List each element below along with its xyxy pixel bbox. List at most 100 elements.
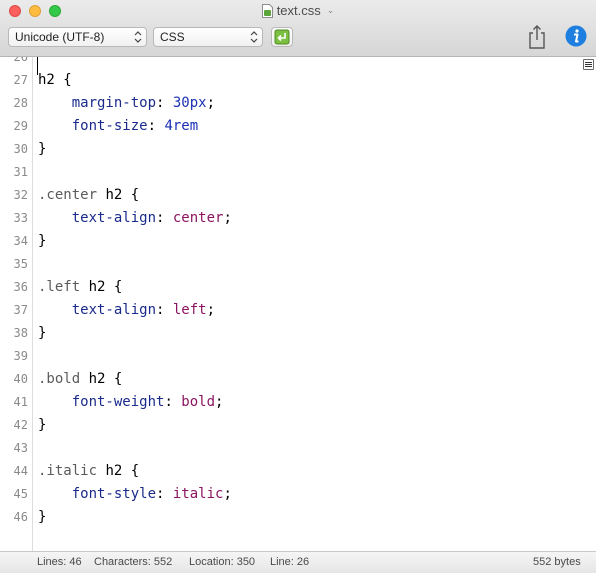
code-token: } bbox=[38, 417, 47, 433]
code-token: text-align bbox=[38, 302, 157, 318]
line-number: 44 bbox=[13, 464, 28, 478]
code-text: font-weight: bold; bbox=[38, 391, 224, 414]
code-token: : bbox=[156, 210, 173, 226]
code-token: left bbox=[172, 302, 207, 318]
code-token: ; bbox=[206, 95, 216, 111]
code-line[interactable]: 31 bbox=[0, 161, 596, 184]
code-token: font-weight bbox=[38, 394, 165, 410]
code-token: .bold bbox=[38, 371, 81, 387]
code-token: ; bbox=[215, 394, 224, 410]
line-number: 32 bbox=[13, 188, 28, 202]
split-view-icon[interactable] bbox=[583, 59, 594, 70]
code-text: .italic h2 { bbox=[38, 460, 139, 483]
code-line[interactable]: 34} bbox=[0, 230, 596, 253]
window-title[interactable]: text.css ⌄ bbox=[261, 3, 335, 18]
code-text: .left h2 { bbox=[38, 276, 122, 299]
code-line[interactable]: 41 font-weight: bold; bbox=[0, 391, 596, 414]
share-button[interactable] bbox=[526, 24, 548, 50]
code-line[interactable]: 44 .italic h2 { bbox=[0, 460, 596, 483]
code-line[interactable]: 40 .bold h2 { bbox=[0, 368, 596, 391]
code-line[interactable]: 26 bbox=[0, 57, 596, 69]
line-number: 42 bbox=[13, 418, 28, 432]
code-token: 30px bbox=[172, 95, 207, 111]
code-token: h2 { bbox=[97, 187, 140, 203]
code-line[interactable]: 33 text-align: center; bbox=[0, 207, 596, 230]
code-token: ; bbox=[223, 486, 232, 502]
code-text: } bbox=[38, 230, 46, 253]
code-line[interactable]: 37 text-align: left; bbox=[0, 299, 596, 322]
encoding-select[interactable]: Unicode (UTF-8) bbox=[8, 27, 147, 47]
code-line[interactable]: 38} bbox=[0, 322, 596, 345]
code-token: text-align bbox=[38, 210, 157, 226]
line-number: 45 bbox=[13, 487, 28, 501]
line-number: 27 bbox=[13, 73, 28, 87]
code-line[interactable]: 30} bbox=[0, 138, 596, 161]
syntax-value: CSS bbox=[160, 30, 185, 44]
status-location: Location: 350 bbox=[189, 556, 256, 568]
code-line[interactable]: 32 .center h2 { bbox=[0, 184, 596, 207]
code-token: : bbox=[164, 394, 182, 410]
code-token: ; bbox=[206, 302, 216, 318]
info-icon bbox=[565, 25, 587, 47]
code-line[interactable]: 46} bbox=[0, 506, 596, 529]
code-text: } bbox=[38, 322, 46, 345]
code-text: } bbox=[38, 506, 46, 529]
code-line[interactable]: 27 h2 { bbox=[0, 69, 596, 92]
code-line[interactable]: 43 bbox=[0, 437, 596, 460]
window-title-text: text.css bbox=[276, 3, 321, 18]
title-chevron-icon: ⌄ bbox=[326, 5, 335, 15]
code-token: : bbox=[156, 486, 173, 502]
soft-wrap-button[interactable] bbox=[271, 27, 293, 47]
code-line[interactable]: 45 font-style: italic; bbox=[0, 483, 596, 506]
code-token: : bbox=[147, 118, 165, 134]
code-line[interactable]: 42} bbox=[0, 414, 596, 437]
share-icon bbox=[529, 25, 545, 49]
code-text: .bold h2 { bbox=[38, 368, 122, 391]
status-line: Line: 26 bbox=[270, 556, 310, 568]
code-token: .italic bbox=[38, 463, 98, 479]
code-token: .center bbox=[38, 187, 98, 203]
code-token: h2 { bbox=[38, 72, 72, 88]
code-token: h2 { bbox=[80, 371, 123, 387]
code-token: center bbox=[172, 210, 224, 226]
syntax-select[interactable]: CSS bbox=[153, 27, 263, 47]
code-token: ; bbox=[223, 210, 232, 226]
code-text: h2 { bbox=[38, 69, 72, 92]
line-number: 46 bbox=[13, 510, 28, 524]
code-token: .left bbox=[38, 279, 81, 295]
code-token: } bbox=[38, 509, 47, 525]
code-token: font-style bbox=[38, 486, 157, 502]
code-token: } bbox=[38, 141, 47, 157]
code-text: font-size: 4rem bbox=[38, 115, 198, 138]
title-toolbar-area: text.css ⌄ Unicode (UTF-8) CSS bbox=[0, 0, 596, 57]
line-number: 40 bbox=[13, 372, 28, 386]
code-line[interactable]: 36 .left h2 { bbox=[0, 276, 596, 299]
code-text: .center h2 { bbox=[38, 184, 139, 207]
window-title-bar: text.css ⌄ bbox=[0, 3, 596, 21]
code-line[interactable]: 35 bbox=[0, 253, 596, 276]
css-document-icon bbox=[261, 3, 273, 18]
code-text: margin-top: 30px; bbox=[38, 92, 215, 115]
code-line[interactable]: 28 margin-top: 30px; bbox=[0, 92, 596, 115]
line-number: 41 bbox=[13, 395, 28, 409]
code-text: } bbox=[38, 138, 46, 161]
info-button[interactable] bbox=[565, 25, 587, 47]
line-number: 35 bbox=[13, 257, 28, 271]
code-token: h2 { bbox=[80, 279, 123, 295]
return-arrow-icon bbox=[274, 29, 290, 45]
code-token: bold bbox=[181, 394, 216, 410]
code-token: 4rem bbox=[164, 118, 199, 134]
code-text: } bbox=[38, 414, 46, 437]
code-token: margin-top bbox=[38, 95, 157, 111]
code-line[interactable]: 29 font-size: 4rem bbox=[0, 115, 596, 138]
code-line[interactable]: 39 bbox=[0, 345, 596, 368]
line-number: 30 bbox=[13, 142, 28, 156]
code-token: italic bbox=[172, 486, 224, 502]
code-token: : bbox=[156, 95, 173, 111]
status-characters: Characters: 552 bbox=[94, 556, 173, 568]
line-number: 31 bbox=[13, 165, 28, 179]
status-bar: Lines: 46 Characters: 552 Location: 350 … bbox=[0, 551, 596, 573]
status-file-size: 552 bytes bbox=[533, 556, 581, 568]
code-editor[interactable]: 26 27 h2 { 28 margin-top: 30px; 29 font-size… bbox=[0, 57, 596, 551]
updown-chevron-icon bbox=[134, 30, 142, 44]
